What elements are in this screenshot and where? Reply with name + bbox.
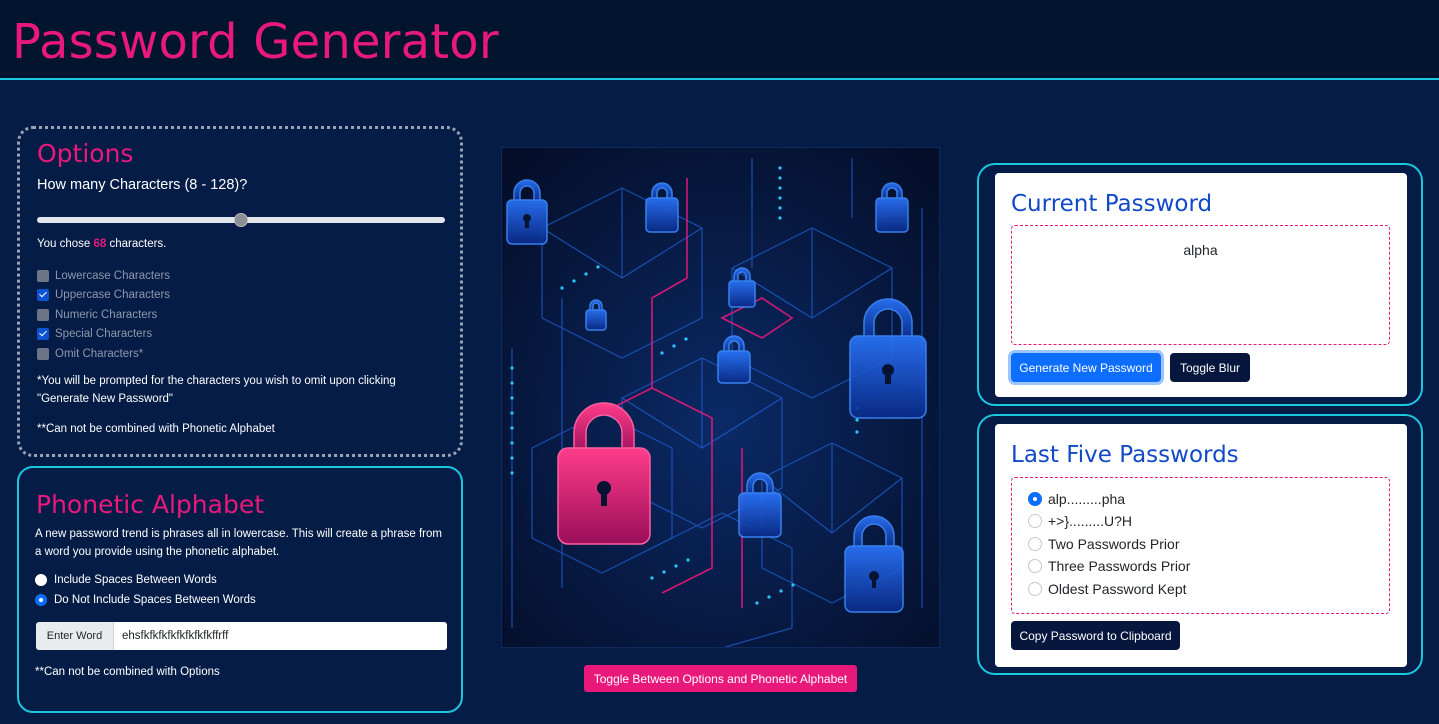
current-password-title: Current Password [1011,191,1213,217]
radio-include-spaces[interactable]: Include Spaces Between Words [35,574,217,586]
security-illustration [501,147,940,648]
history-wrapper: Last Five Passwords alp.........pha +>}.… [977,414,1423,675]
generate-password-button[interactable]: Generate New Password [1011,353,1161,382]
toggle-blur-button[interactable]: Toggle Blur [1170,353,1250,382]
chosen-prefix: You chose [37,238,94,250]
word-input-label: Enter Word [36,622,114,650]
history-radio[interactable] [1028,582,1042,596]
checkbox-box[interactable] [37,328,49,341]
checkbox-label: Numeric Characters [55,308,158,321]
character-type-list: Lowercase Characters Uppercase Character… [37,266,170,364]
checkbox-numeric[interactable]: Numeric Characters [37,305,170,325]
radio-button[interactable] [35,574,47,586]
radio-no-spaces[interactable]: Do Not Include Spaces Between Words [35,594,256,606]
omit-note: *You will be prompted for the characters… [37,375,396,405]
history-label: Two Passwords Prior [1048,536,1180,552]
history-title: Last Five Passwords [1011,442,1239,468]
phonetic-panel: Phonetic Alphabet A new password trend i… [17,466,463,713]
cyber-lock-image [502,148,939,647]
checkbox-special[interactable]: Special Characters [37,325,170,345]
checkbox-omit[interactable]: Omit Characters* [37,344,170,364]
page-title: Password Generator [12,14,499,70]
checkbox-box[interactable] [37,308,49,321]
history-box: alp.........pha +>}.........U?H Two Pass… [1011,477,1390,614]
options-title: Options [37,139,134,168]
radio-label: Do Not Include Spaces Between Words [54,594,256,606]
checkbox-label: Uppercase Characters [55,289,171,302]
history-item[interactable]: +>}.........U?H [1028,513,1132,529]
checkbox-label: Omit Characters* [55,347,144,360]
current-password-box: alpha [1011,225,1390,345]
history-label: Three Passwords Prior [1048,558,1191,574]
length-question: How many Characters (8 - 128)? [37,177,248,193]
history-radio[interactable] [1028,492,1042,506]
options-combine-note: **Can not be combined with Phonetic Alph… [37,423,275,435]
phonetic-description: A new password trend is phrases all in l… [35,528,442,558]
copy-password-button[interactable]: Copy Password to Clipboard [1011,621,1180,650]
history-label: alp.........pha [1048,491,1126,507]
history-radio[interactable] [1028,559,1042,573]
chosen-suffix: characters. [106,238,167,250]
word-input[interactable] [114,622,447,650]
history-radio[interactable] [1028,514,1042,528]
history-radio[interactable] [1028,537,1042,551]
phonetic-title: Phonetic Alphabet [36,490,265,519]
chosen-length-text: You chose 68 characters. [37,238,166,250]
history-item[interactable]: alp.........pha [1028,491,1125,507]
history-label: Oldest Password Kept [1048,581,1187,597]
history-item[interactable]: Three Passwords Prior [1028,558,1190,574]
checkbox-box[interactable] [37,269,49,282]
length-slider[interactable] [37,213,445,227]
current-password-card: Current Password alpha Generate New Pass… [995,173,1407,397]
checkbox-box[interactable] [37,347,49,360]
current-password-text: alpha [1183,242,1218,258]
radio-button[interactable] [35,594,47,606]
checkbox-box[interactable] [37,289,49,302]
app-header: Password Generator [0,0,1439,80]
word-input-group: Enter Word [36,622,447,650]
chosen-length-value: 68 [93,238,107,250]
radio-label: Include Spaces Between Words [54,574,217,586]
checkbox-label: Lowercase Characters [55,269,171,282]
slider-thumb[interactable] [234,213,248,227]
history-card: Last Five Passwords alp.........pha +>}.… [995,424,1407,667]
checkbox-label: Special Characters [55,328,153,341]
checkbox-lowercase[interactable]: Lowercase Characters [37,266,170,286]
history-item[interactable]: Oldest Password Kept [1028,581,1187,597]
current-password-wrapper: Current Password alpha Generate New Pass… [977,163,1423,406]
options-panel: Options How many Characters (8 - 128)? Y… [17,126,463,457]
checkbox-uppercase[interactable]: Uppercase Characters [37,286,170,306]
phonetic-combine-note: **Can not be combined with Options [35,666,220,678]
history-label: +>}.........U?H [1048,513,1133,529]
history-item[interactable]: Two Passwords Prior [1028,536,1179,552]
toggle-options-phonetic-button[interactable]: Toggle Between Options and Phonetic Alph… [584,665,857,692]
